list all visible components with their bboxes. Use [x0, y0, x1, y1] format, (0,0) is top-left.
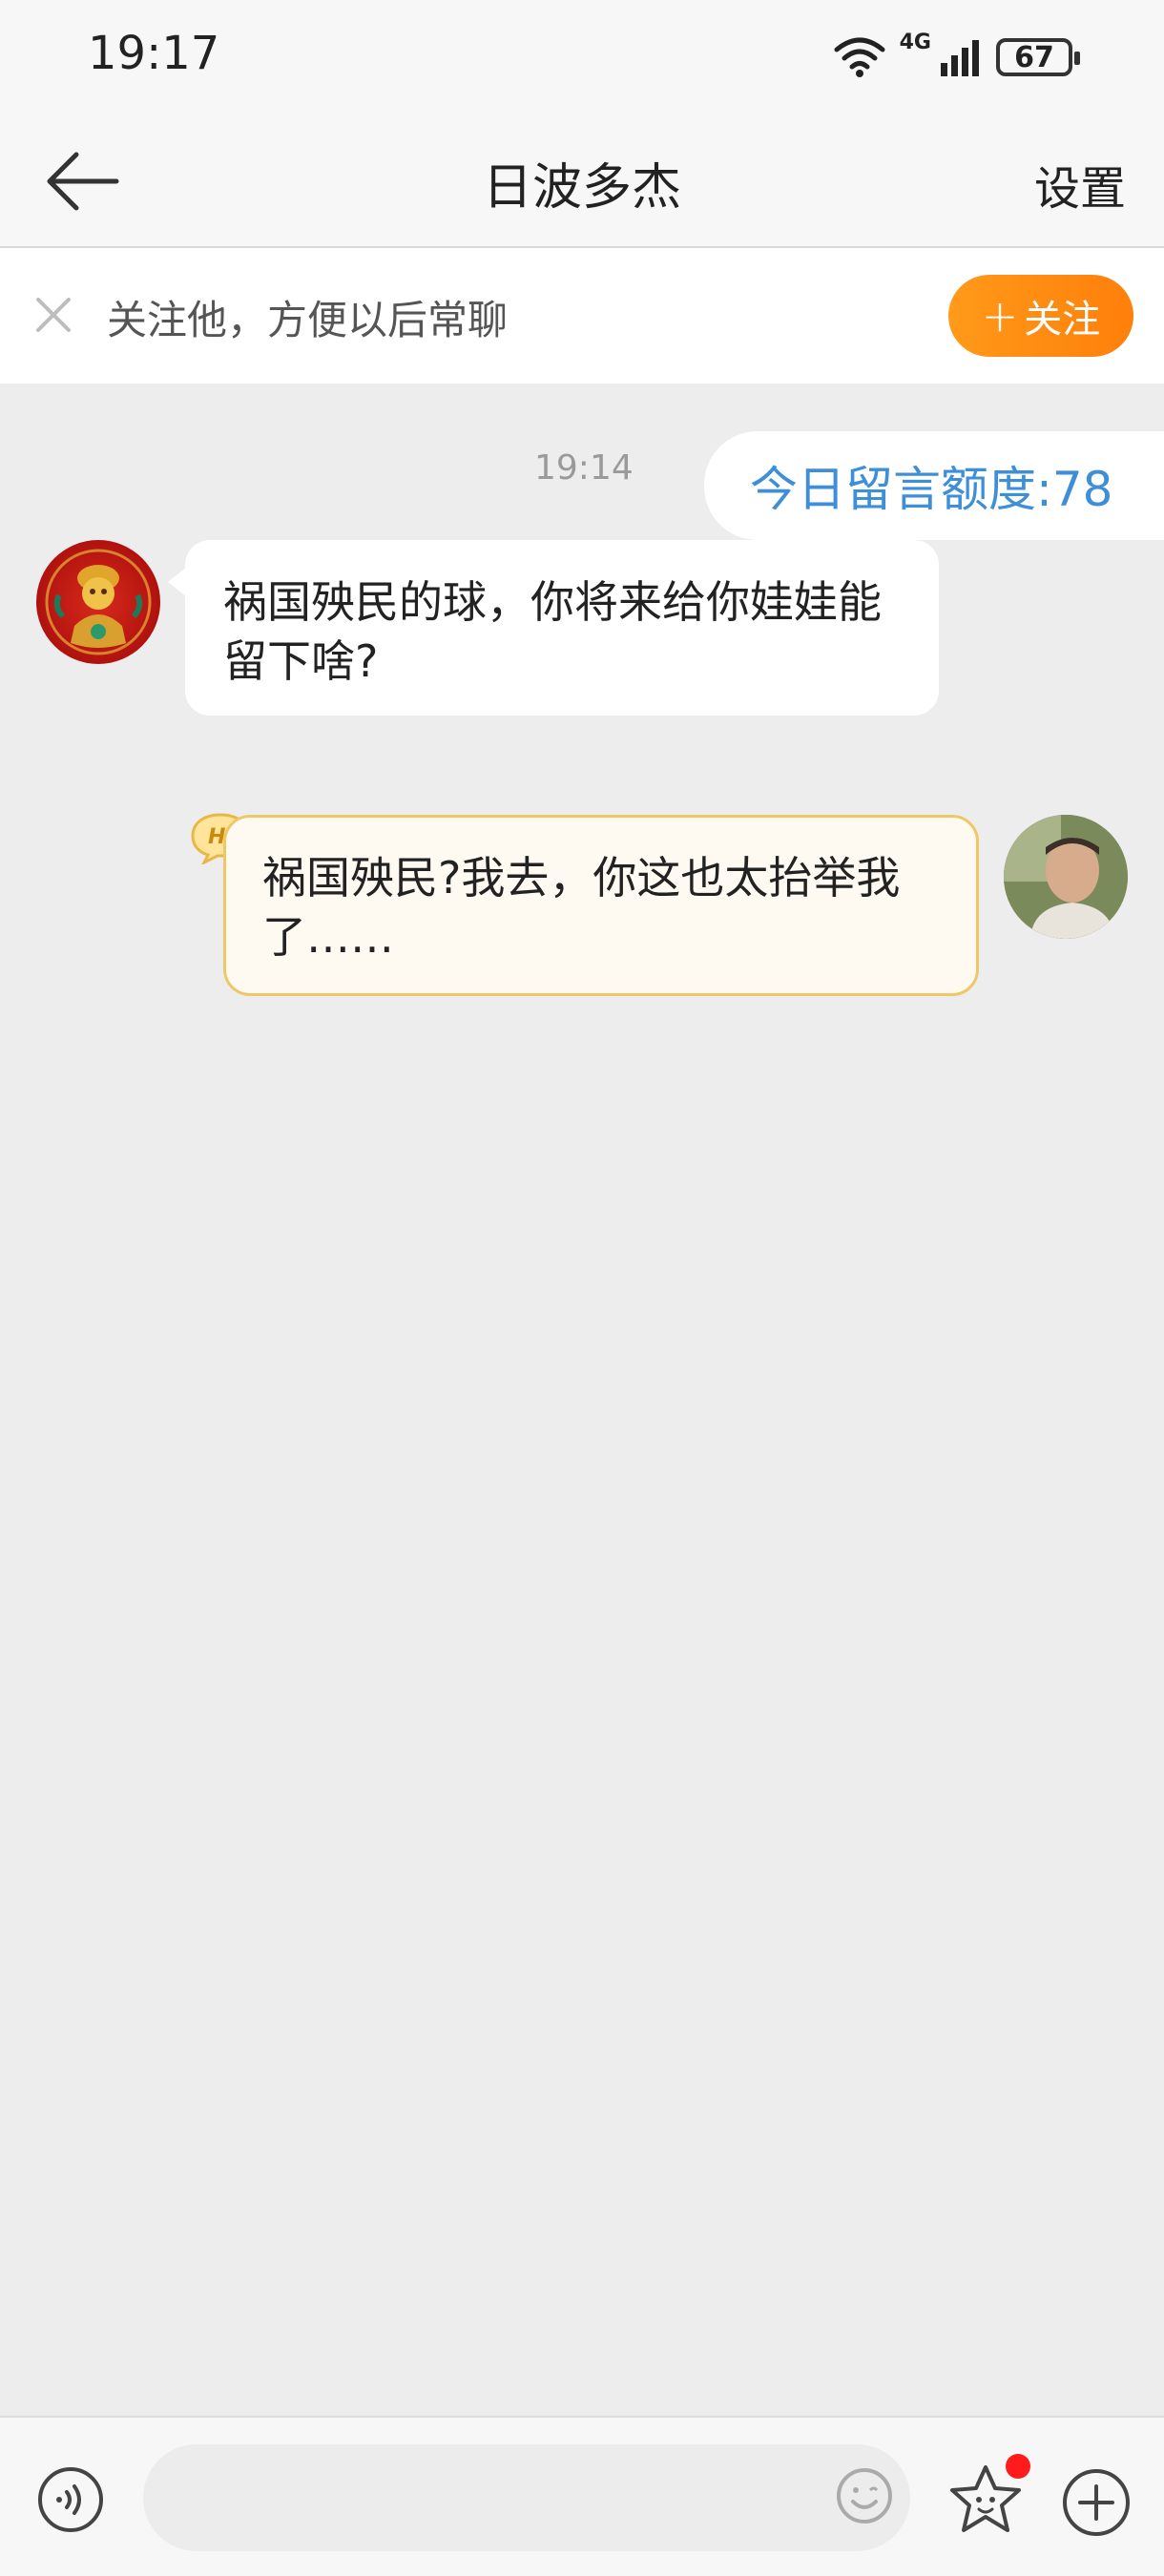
plus-icon: +: [981, 290, 1019, 342]
message-input[interactable]: [143, 2444, 910, 2551]
follow-prompt-text: 关注他，方便以后常聊: [107, 297, 509, 343]
follow-button[interactable]: + 关注: [948, 275, 1133, 357]
input-bar: [0, 2416, 1164, 2576]
message-timestamp: 19:14: [534, 448, 634, 488]
follow-button-label: 关注: [1024, 298, 1101, 342]
close-icon[interactable]: [31, 292, 76, 338]
nav-bar: 日波多杰 设置: [0, 114, 1164, 248]
add-icon[interactable]: [1061, 2467, 1132, 2538]
message-text: 祸国殃民?我去，你这也太抬举我了……: [262, 852, 901, 963]
message-bubble-incoming[interactable]: 祸国殃民的球，你将来给你娃娃能留下啥?: [168, 540, 939, 716]
voice-icon[interactable]: [36, 2465, 105, 2534]
avatar[interactable]: [36, 540, 160, 664]
network-label: 4G: [899, 31, 931, 54]
status-icons: 4G 67: [833, 29, 1080, 86]
status-bar: 19:17 4G 67: [0, 0, 1164, 114]
signal-icon: [941, 40, 979, 76]
status-time: 19:17: [88, 27, 220, 80]
page-title: 日波多杰: [482, 159, 681, 217]
follow-prompt-bar: 关注他，方便以后常聊 + 关注: [0, 248, 1164, 384]
avatar-photo-image: [1004, 815, 1128, 939]
emoji-icon[interactable]: [834, 2465, 895, 2526]
quota-notice: 今日留言额度:78: [704, 431, 1164, 540]
wifi-icon: [834, 37, 885, 77]
battery-level: 67: [1014, 40, 1054, 74]
battery-icon: 67: [996, 38, 1080, 76]
avatar-deity-image: [45, 549, 152, 655]
settings-button[interactable]: 设置: [1034, 151, 1126, 218]
message-text: 祸国殃民的球，你将来给你娃娃能留下啥?: [223, 576, 882, 687]
avatar[interactable]: [1004, 815, 1128, 939]
message-bubble-outgoing[interactable]: 祸国殃民?我去，你这也太抬举我了……: [223, 815, 979, 996]
notification-dot: [1006, 2454, 1030, 2479]
